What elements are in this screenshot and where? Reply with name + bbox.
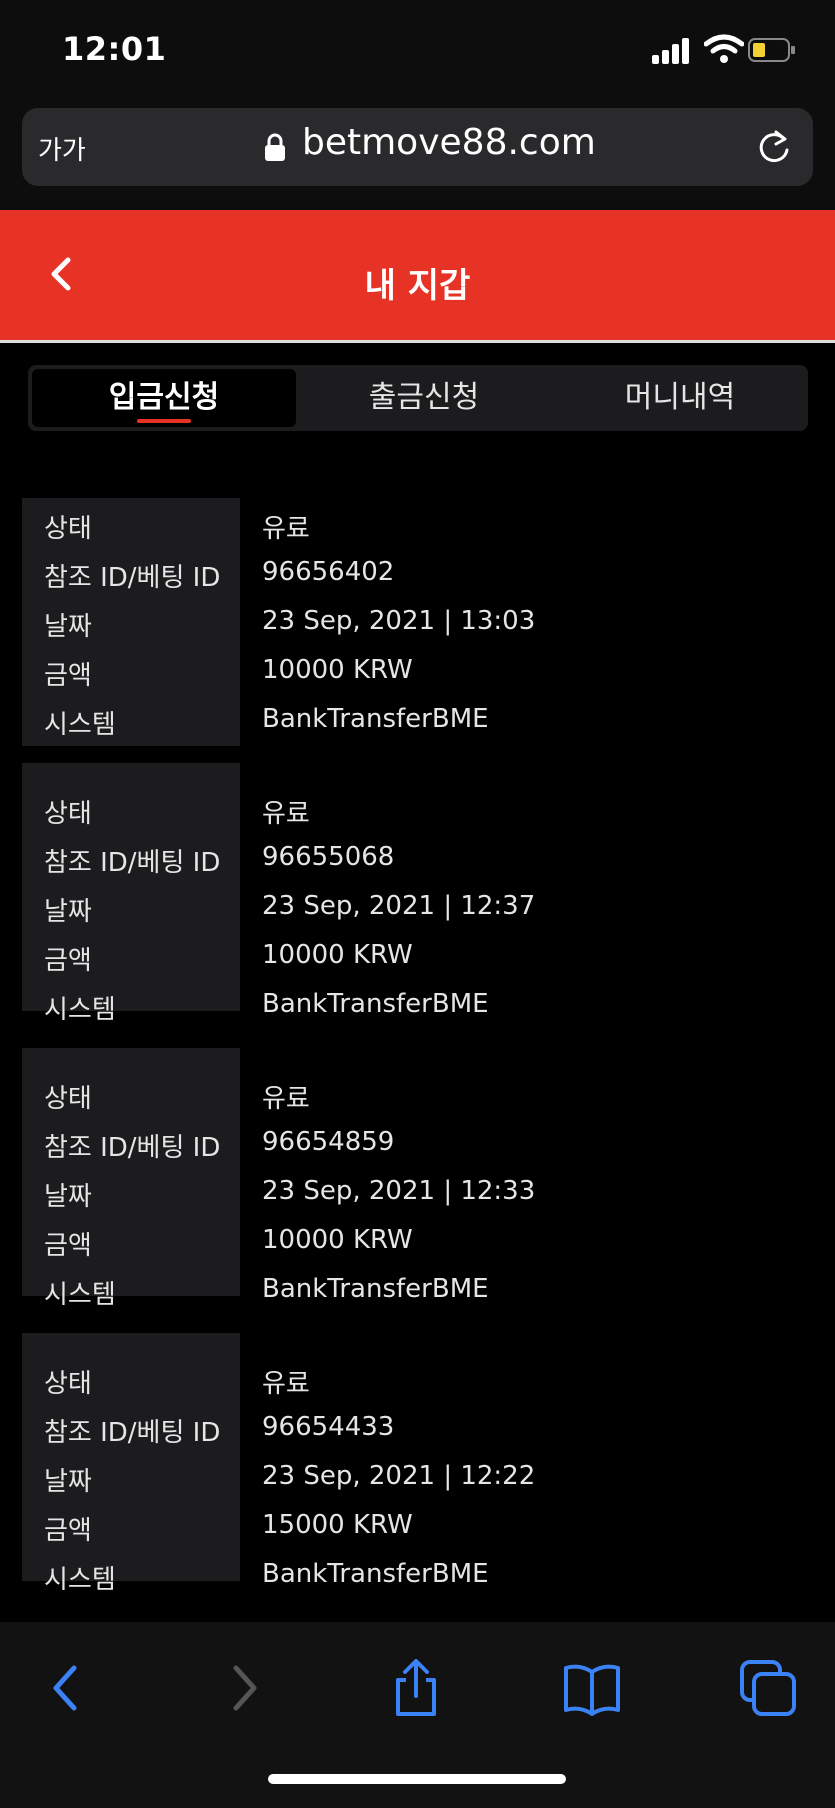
tab-label: 입금신청 bbox=[108, 380, 220, 415]
date-value: 23 Sep, 2021 | 12:22 bbox=[262, 1461, 536, 1491]
tab-withdraw-request[interactable]: 출금신청 bbox=[296, 365, 552, 431]
status-label: 상태 bbox=[44, 514, 92, 544]
status-time: 12:01 bbox=[62, 30, 167, 68]
date-label: 날짜 bbox=[44, 897, 92, 927]
system-value: BankTransferBME bbox=[262, 1559, 489, 1589]
amount-value: 10000 KRW bbox=[262, 1225, 413, 1255]
wifi-icon bbox=[704, 34, 744, 63]
status-label: 상태 bbox=[44, 799, 92, 829]
transaction-card: 상태 유료 참조 ID/베팅 ID 96654433 날짜 23 Sep, 20… bbox=[22, 1333, 812, 1595]
tab-deposit-request[interactable]: 입금신청 bbox=[32, 369, 296, 427]
text-size-button[interactable]: 가가 bbox=[38, 130, 86, 167]
system-value: BankTransferBME bbox=[262, 989, 489, 1019]
ref-id-value: 96654859 bbox=[262, 1127, 395, 1157]
amount-value: 15000 KRW bbox=[262, 1510, 413, 1540]
ref-id-label: 참조 ID/베팅 ID bbox=[44, 1418, 221, 1448]
bookmarks-icon[interactable] bbox=[562, 1658, 622, 1718]
system-value: BankTransferBME bbox=[262, 704, 489, 734]
status-value: 유료 bbox=[262, 1369, 310, 1399]
status-label: 상태 bbox=[44, 1369, 92, 1399]
amount-value: 10000 KRW bbox=[262, 655, 413, 685]
share-icon[interactable] bbox=[386, 1658, 446, 1718]
ref-id-label: 참조 ID/베팅 ID bbox=[44, 1133, 221, 1163]
browser-forward-icon[interactable] bbox=[214, 1658, 274, 1718]
page-title: 내 지갑 bbox=[364, 266, 471, 306]
address-bar[interactable]: 가가 betmove88.com bbox=[22, 108, 813, 186]
battery-icon bbox=[748, 38, 795, 62]
date-label: 날짜 bbox=[44, 1467, 92, 1497]
status-value: 유료 bbox=[262, 514, 310, 544]
system-label: 시스템 bbox=[44, 1565, 116, 1595]
amount-value: 10000 KRW bbox=[262, 940, 413, 970]
system-label: 시스템 bbox=[44, 1280, 116, 1310]
date-label: 날짜 bbox=[44, 612, 92, 642]
transaction-card: 상태 유료 참조 ID/베팅 ID 96656402 날짜 23 Sep, 20… bbox=[22, 498, 812, 746]
status-value: 유료 bbox=[262, 799, 310, 829]
system-label: 시스템 bbox=[44, 710, 116, 740]
tab-label: 머니내역 bbox=[624, 380, 736, 415]
date-value: 23 Sep, 2021 | 12:37 bbox=[262, 891, 536, 921]
active-tab-indicator bbox=[137, 419, 191, 423]
ref-id-value: 96655068 bbox=[262, 842, 395, 872]
date-value: 23 Sep, 2021 | 13:03 bbox=[262, 606, 536, 636]
ref-id-value: 96656402 bbox=[262, 557, 395, 587]
amount-label: 금액 bbox=[44, 661, 92, 691]
ref-id-value: 96654433 bbox=[262, 1412, 395, 1442]
tab-money-history[interactable]: 머니내역 bbox=[552, 365, 808, 431]
page-header: 내 지갑 bbox=[0, 210, 835, 343]
url-text[interactable]: betmove88.com bbox=[302, 122, 596, 163]
date-value: 23 Sep, 2021 | 12:33 bbox=[262, 1176, 536, 1206]
wallet-tabs: 입금신청 출금신청 머니내역 bbox=[28, 365, 808, 431]
reload-icon[interactable] bbox=[754, 128, 794, 168]
browser-address-area: 가가 betmove88.com bbox=[0, 100, 835, 210]
system-value: BankTransferBME bbox=[262, 1274, 489, 1304]
status-bar: 12:01 bbox=[0, 0, 835, 100]
date-label: 날짜 bbox=[44, 1182, 92, 1212]
transaction-card: 상태 유료 참조 ID/베팅 ID 96654859 날짜 23 Sep, 20… bbox=[22, 1048, 812, 1310]
ref-id-label: 참조 ID/베팅 ID bbox=[44, 848, 221, 878]
tabs-icon[interactable] bbox=[738, 1658, 798, 1718]
browser-back-icon[interactable] bbox=[36, 1658, 96, 1718]
transaction-card: 상태 유료 참조 ID/베팅 ID 96655068 날짜 23 Sep, 20… bbox=[22, 763, 812, 1025]
lock-icon bbox=[265, 133, 285, 161]
amount-label: 금액 bbox=[44, 1516, 92, 1546]
status-value: 유료 bbox=[262, 1084, 310, 1114]
amount-label: 금액 bbox=[44, 1231, 92, 1261]
home-indicator[interactable] bbox=[268, 1774, 566, 1784]
system-label: 시스템 bbox=[44, 995, 116, 1025]
ref-id-label: 참조 ID/베팅 ID bbox=[44, 563, 221, 593]
signal-icon bbox=[652, 36, 692, 64]
status-label: 상태 bbox=[44, 1084, 92, 1114]
tab-label: 출금신청 bbox=[368, 380, 480, 415]
amount-label: 금액 bbox=[44, 946, 92, 976]
